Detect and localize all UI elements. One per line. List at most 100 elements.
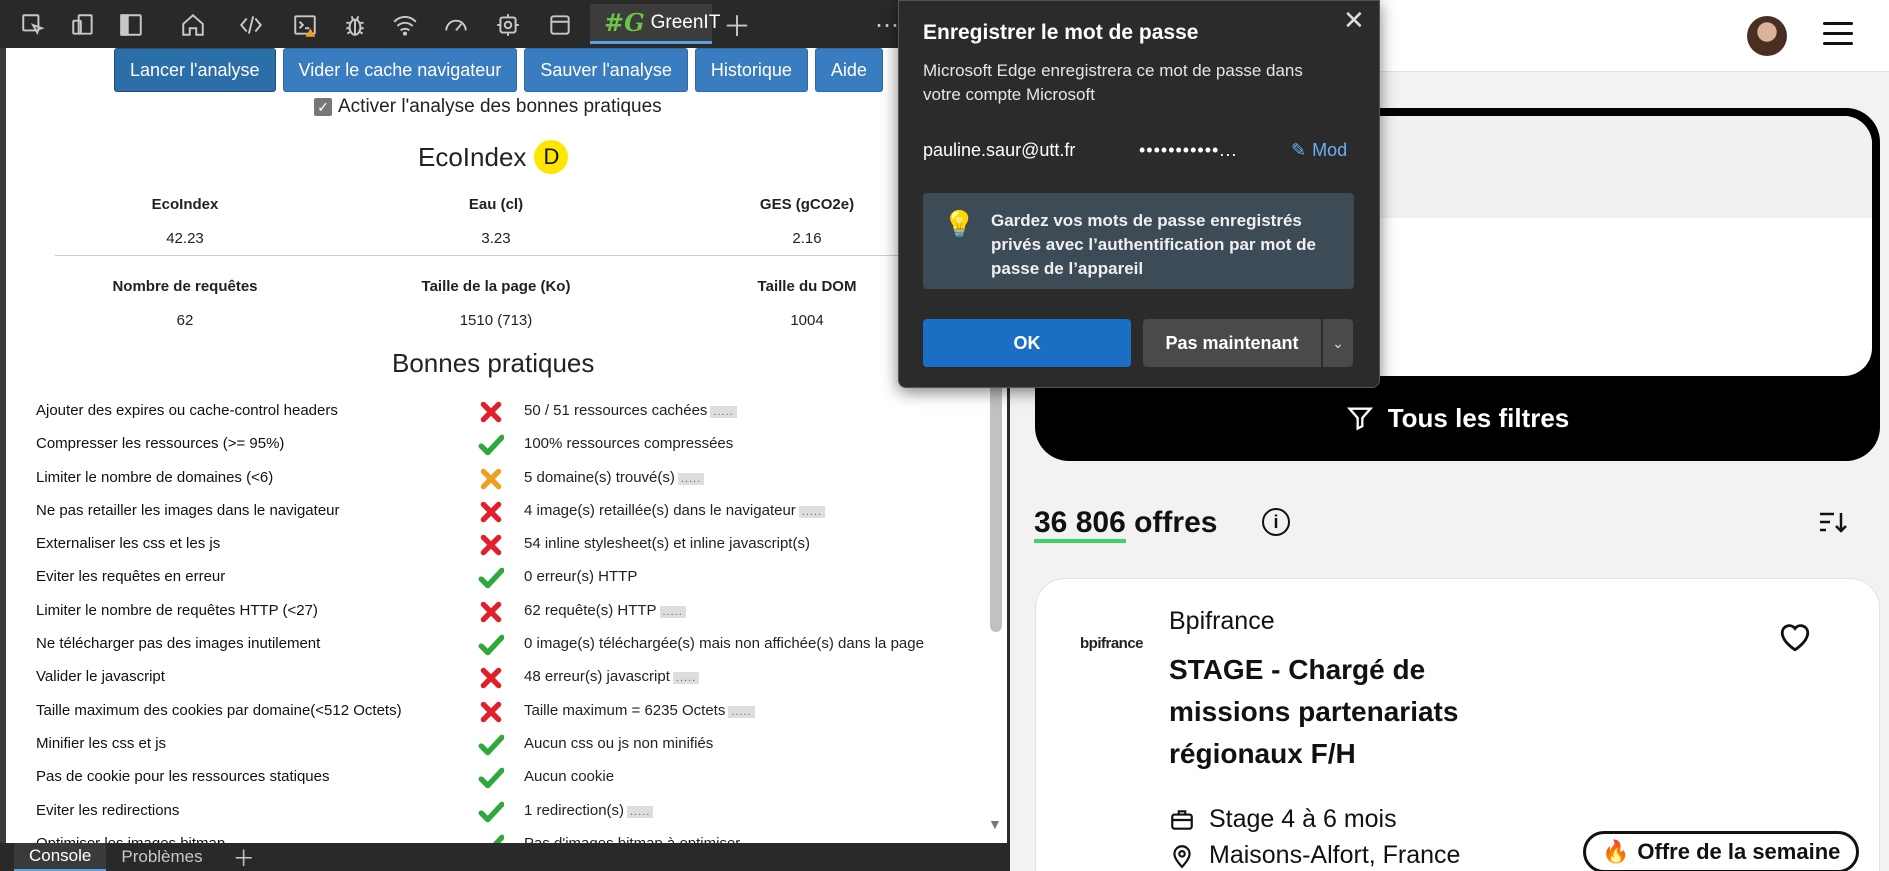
all-filters-button[interactable]: Tous les filtres [1035, 388, 1880, 448]
dialog-title: Enregistrer le mot de passe [923, 21, 1199, 44]
help-button[interactable]: Aide [814, 48, 883, 92]
practice-row: Valider le javascript 48 erreur(s) javasc… [36, 663, 996, 696]
practice-result-text: 100% ressources compressées [524, 435, 734, 453]
practice-result: 4 image(s) retaillée(s) dans le navigate… [524, 502, 826, 519]
favorite-heart-icon[interactable] [1778, 621, 1812, 653]
greenit-action-buttons: Lancer l'analyse Vider le cache navigate… [114, 48, 883, 92]
history-button[interactable]: Historique [694, 48, 808, 92]
practice-name: Limiter le nombre de requêtes HTTP (<27) [36, 601, 318, 619]
devtools-scrollbar[interactable] [990, 372, 1002, 632]
best-practices-checkbox-label: Activer l'analyse des bonnes pratiques [338, 96, 662, 117]
application-icon[interactable] [545, 10, 575, 40]
job-title[interactable]: STAGE - Chargé de missions partenariats … [1169, 649, 1509, 775]
practice-result-text: 0 erreur(s) HTTP [524, 568, 638, 586]
ok-button[interactable]: OK [923, 319, 1131, 367]
expand-details-button[interactable]: ..... [798, 505, 826, 518]
practice-name: Eviter les redirections [36, 801, 180, 819]
expand-details-button[interactable]: ..... [672, 672, 700, 685]
job-offer-card[interactable]: bpifrance Bpifrance STAGE - Chargé de mi… [1035, 578, 1880, 871]
practice-result: Aucun cookie [524, 768, 614, 785]
pass-check-icon [478, 565, 505, 591]
user-avatar[interactable] [1747, 16, 1787, 56]
network-icon[interactable] [390, 10, 420, 40]
tab-console[interactable]: Console [14, 843, 107, 871]
scroll-down-arrow-icon[interactable]: ▼ [988, 816, 1002, 832]
practice-row: Limiter le nombre de domaines (<6) 5 doma… [36, 464, 996, 497]
ecoindex-heading: EcoIndex D [418, 140, 569, 174]
best-practices-toggle[interactable]: ✓ Activer l'analyse des bonnes pratiques [314, 96, 662, 118]
practice-result: 48 erreur(s) javascript..... [524, 668, 700, 685]
inspect-icon[interactable] [18, 10, 48, 40]
offers-count-number: 36 806 [1034, 506, 1126, 543]
fail-cross-icon [478, 532, 504, 558]
metric-value: 62 [176, 312, 194, 329]
sources-bug-icon[interactable] [340, 10, 370, 40]
metric-ghg: GES (gCO2e) 2.16 [682, 196, 932, 247]
expand-details-button[interactable]: ..... [677, 472, 705, 485]
company-logo: bpifrance [1080, 635, 1144, 652]
welcome-home-icon[interactable] [178, 10, 208, 40]
company-name: Bpifrance [1169, 607, 1275, 635]
metric-value: 1510 (713) [459, 312, 533, 329]
elements-icon[interactable] [236, 10, 266, 40]
best-practices-checkbox[interactable]: ✓ [314, 98, 332, 116]
practice-name: Pas de cookie pour les ressources statiq… [36, 768, 330, 786]
practice-name: Ne pas retailler les images dans le navi… [36, 501, 340, 519]
more-tools-icon[interactable]: ＋ [722, 10, 752, 42]
practice-result-text: 50 / 51 ressources cachées [524, 402, 708, 419]
practice-result-text: 5 domaine(s) trouvé(s) [524, 468, 675, 486]
expand-details-button[interactable]: ..... [627, 805, 654, 818]
practice-row: Ajouter des expires ou cache-control hea… [36, 397, 996, 430]
performance-icon[interactable] [441, 10, 471, 40]
tab-greenit[interactable]: #G GreenIT [590, 4, 720, 44]
practice-name: Externaliser les css et les js [36, 535, 221, 553]
info-icon[interactable]: i [1262, 508, 1290, 536]
pass-check-icon [478, 632, 505, 658]
practice-row: Ne télécharger pas des images inutilemen… [36, 630, 996, 663]
edit-label: Mod [1312, 140, 1348, 160]
save-password-dialog: Enregistrer le mot de passe ✕ Microsoft … [898, 0, 1380, 388]
practice-result-text: Aucun cookie [524, 768, 615, 786]
practice-name: Limiter le nombre de domaines (<6) [36, 468, 274, 486]
save-analysis-button[interactable]: Sauver l'analyse [524, 48, 688, 92]
settings-gear-icon[interactable] [493, 10, 523, 40]
practice-name: Eviter les requêtes en erreur [36, 568, 226, 586]
job-location-text: Maisons-Alfort, France [1209, 841, 1461, 869]
practice-result-text: 54 inline stylesheet(s) et inline javasc… [524, 535, 810, 553]
practice-result: Taille maximum = 6235 Octets..... [524, 702, 755, 719]
not-now-button[interactable]: Pas maintenant [1143, 319, 1321, 367]
metric-value: 42.23 [166, 230, 204, 247]
practice-name: Valider le javascript [36, 668, 165, 686]
lightbulb-icon: 💡 [943, 209, 976, 239]
practice-result: Aucun css ou js non minifiés [524, 735, 713, 752]
practice-row: Eviter les requêtes en erreur 0 erreur(s)… [36, 563, 996, 596]
practice-result: 1 redirection(s)..... [524, 802, 654, 819]
launch-analysis-button[interactable]: Lancer l'analyse [114, 48, 276, 92]
console-icon[interactable] [290, 10, 320, 40]
expand-details-button[interactable]: ..... [659, 605, 686, 618]
expand-details-button[interactable]: ..... [710, 406, 737, 418]
practice-row: Compresser les ressources (>= 95%) 100% r… [36, 430, 996, 463]
offer-of-the-week-badge: 🔥 Offre de la semaine [1583, 831, 1860, 871]
metric-value: 1004 [790, 312, 824, 329]
metric-value: 2.16 [792, 230, 822, 247]
sidebar-toggle-icon[interactable] [116, 10, 146, 40]
practice-result: 0 erreur(s) HTTP [524, 568, 637, 585]
add-drawer-tab-icon[interactable]: ＋ [218, 843, 270, 871]
close-icon[interactable]: ✕ [1343, 5, 1365, 36]
fail-cross-icon [478, 499, 504, 525]
edit-credentials-button[interactable]: ✎ Mod [1291, 140, 1347, 161]
expand-details-button[interactable]: ..... [728, 705, 755, 718]
metric-label: Eau (cl) [468, 196, 524, 213]
metric-value: 3.23 [481, 230, 511, 247]
hamburger-menu-icon[interactable] [1823, 22, 1853, 48]
practice-result-text: Taille maximum = 6235 Octets [524, 701, 726, 719]
metric-label: Taille de la page (Ko) [421, 278, 571, 295]
tab-problems[interactable]: Problèmes [106, 843, 217, 871]
screen: #G GreenIT ＋ ⋯ Lancer l'analyse Vider le… [0, 0, 1889, 871]
practice-result: 62 requête(s) HTTP..... [524, 602, 686, 619]
clear-cache-button[interactable]: Vider le cache navigateur [282, 48, 518, 92]
chevron-down-icon[interactable]: ⌄ [1323, 319, 1353, 367]
sort-icon[interactable] [1818, 510, 1848, 536]
device-emulation-icon[interactable] [68, 10, 98, 40]
